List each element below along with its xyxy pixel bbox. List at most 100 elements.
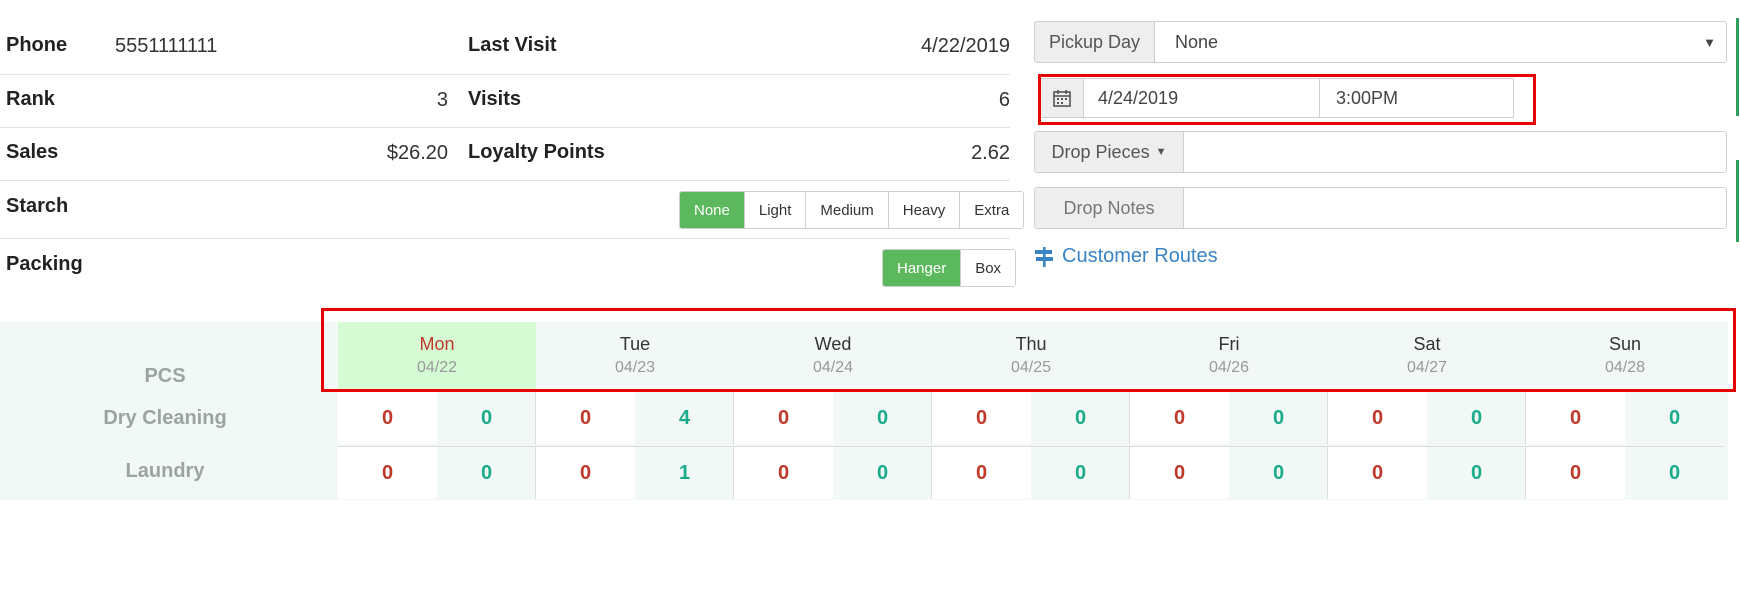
column-divider	[931, 447, 932, 499]
day-name: Thu	[1015, 334, 1047, 354]
pickup-date-input[interactable]: 4/24/2019	[1083, 78, 1320, 118]
packing-label: Packing	[6, 253, 83, 275]
day-name: Mon	[419, 334, 455, 354]
pcs-cell[interactable]: 0	[1229, 392, 1328, 444]
day-header-fri[interactable]: Fri 04/26	[1130, 322, 1328, 389]
visits-label: Visits	[468, 88, 521, 110]
day-header-thu[interactable]: Thu 04/25	[932, 322, 1130, 389]
caret-down-icon: ▼	[1703, 34, 1716, 50]
column-divider	[1327, 392, 1328, 444]
pcs-cell[interactable]: 0	[536, 447, 635, 499]
row-label-laundry: Laundry	[125, 460, 205, 482]
visits-value: 6	[998, 89, 1010, 111]
day-date: 04/27	[1406, 359, 1448, 376]
drop-notes-label: Drop Notes	[1034, 187, 1184, 229]
day-name: Tue	[619, 334, 651, 354]
pcs-cell[interactable]: 0	[1427, 392, 1526, 444]
phone-label: Phone	[6, 34, 68, 56]
pcs-cell[interactable]: 0	[1130, 392, 1229, 444]
day-name: Fri	[1218, 334, 1240, 354]
customer-routes-link[interactable]: Customer Routes	[1034, 245, 1218, 268]
rank-value: 3	[436, 89, 448, 111]
last-visit-label: Last Visit	[468, 34, 557, 56]
day-date: 04/28	[1604, 359, 1646, 376]
day-header-sat[interactable]: Sat 04/27	[1328, 322, 1526, 389]
drop-pieces-label: Drop Pieces	[1051, 141, 1150, 162]
pcs-cell[interactable]: 0	[1625, 447, 1724, 499]
pcs-cell[interactable]: 0	[437, 392, 536, 444]
pcs-cell[interactable]: 0	[833, 447, 932, 499]
sales-value: $26.20	[386, 142, 448, 164]
column-divider	[1327, 447, 1328, 499]
day-header-sun[interactable]: Sun 04/28	[1526, 322, 1724, 389]
pcs-cell[interactable]: 4	[635, 392, 734, 444]
signpost-icon	[1035, 246, 1053, 267]
column-divider	[1129, 447, 1130, 499]
pcs-cell[interactable]: 0	[1526, 392, 1625, 444]
drop-notes-input[interactable]	[1183, 187, 1727, 229]
day-header-tue[interactable]: Tue 04/23	[536, 322, 734, 389]
row-divider	[338, 446, 1724, 447]
pcs-cell[interactable]: 0	[1130, 447, 1229, 499]
pickup-time-input[interactable]: 3:00PM	[1319, 78, 1514, 118]
pcs-cell[interactable]: 0	[1427, 447, 1526, 499]
pcs-cell[interactable]: 0	[536, 392, 635, 444]
pcs-cell[interactable]: 0	[1031, 392, 1130, 444]
column-divider	[931, 392, 932, 444]
pcs-cell[interactable]: 0	[338, 392, 437, 444]
pcs-cell[interactable]: 0	[1328, 392, 1427, 444]
calendar-icon	[1053, 90, 1071, 107]
pcs-cell[interactable]: 0	[1031, 447, 1130, 499]
pickup-day-value: None	[1175, 31, 1219, 52]
pcs-cell[interactable]: 0	[734, 447, 833, 499]
pcs-cell[interactable]: 0	[833, 392, 932, 444]
customer-routes-label: Customer Routes	[1062, 245, 1218, 267]
pcs-header: PCS	[144, 365, 186, 387]
pcs-cell[interactable]: 0	[1328, 447, 1427, 499]
column-divider	[535, 392, 536, 444]
pcs-cell[interactable]: 0	[932, 447, 1031, 499]
day-name: Sat	[1413, 334, 1441, 354]
starch-extra-button[interactable]: Extra	[959, 192, 1024, 228]
column-divider	[733, 447, 734, 499]
day-date: 04/23	[614, 359, 656, 376]
pcs-cell[interactable]: 0	[734, 392, 833, 444]
pcs-cell[interactable]: 1	[635, 447, 734, 499]
day-date: 04/24	[812, 359, 854, 376]
pcs-cell[interactable]: 0	[1526, 447, 1625, 499]
day-date: 04/26	[1208, 359, 1250, 376]
calendar-addon[interactable]	[1040, 78, 1084, 118]
packing-box-button[interactable]: Box	[960, 250, 1016, 286]
column-divider	[1525, 447, 1526, 499]
starch-options: None Light Medium Heavy Extra	[679, 191, 1025, 229]
starch-none-button[interactable]: None	[680, 192, 744, 228]
column-divider	[1129, 392, 1130, 444]
starch-heavy-button[interactable]: Heavy	[887, 192, 960, 228]
pcs-cell[interactable]: 0	[1625, 392, 1724, 444]
starch-light-button[interactable]: Light	[743, 192, 806, 228]
day-header-mon[interactable]: Mon 04/22	[338, 322, 536, 389]
starch-medium-button[interactable]: Medium	[805, 192, 888, 228]
pcs-cell[interactable]: 0	[1229, 447, 1328, 499]
sales-label: Sales	[6, 141, 59, 163]
last-visit-value: 4/22/2019	[921, 35, 1010, 57]
row-label-dry-cleaning: Dry Cleaning	[103, 407, 227, 429]
packing-options: Hanger Box	[882, 249, 1017, 287]
day-name: Sun	[1608, 334, 1642, 354]
packing-hanger-button[interactable]: Hanger	[883, 250, 961, 286]
day-date: 04/25	[1010, 359, 1052, 376]
pcs-cell[interactable]: 0	[338, 447, 437, 499]
drop-pieces-button[interactable]: Drop Pieces ▼	[1034, 131, 1184, 173]
loyalty-points-label: Loyalty Points	[468, 141, 605, 163]
day-name: Wed	[814, 334, 852, 354]
phone-value: 5551111111	[115, 35, 218, 57]
column-divider	[733, 392, 734, 444]
caret-down-icon: ▼	[1155, 146, 1167, 158]
pcs-cell[interactable]: 0	[932, 392, 1031, 444]
column-divider	[535, 447, 536, 499]
day-header-wed[interactable]: Wed 04/24	[734, 322, 932, 389]
pickup-day-select[interactable]: None ▼	[1154, 21, 1727, 63]
rank-label: Rank	[6, 88, 55, 110]
drop-pieces-input[interactable]	[1183, 131, 1727, 173]
pcs-cell[interactable]: 0	[437, 447, 536, 499]
